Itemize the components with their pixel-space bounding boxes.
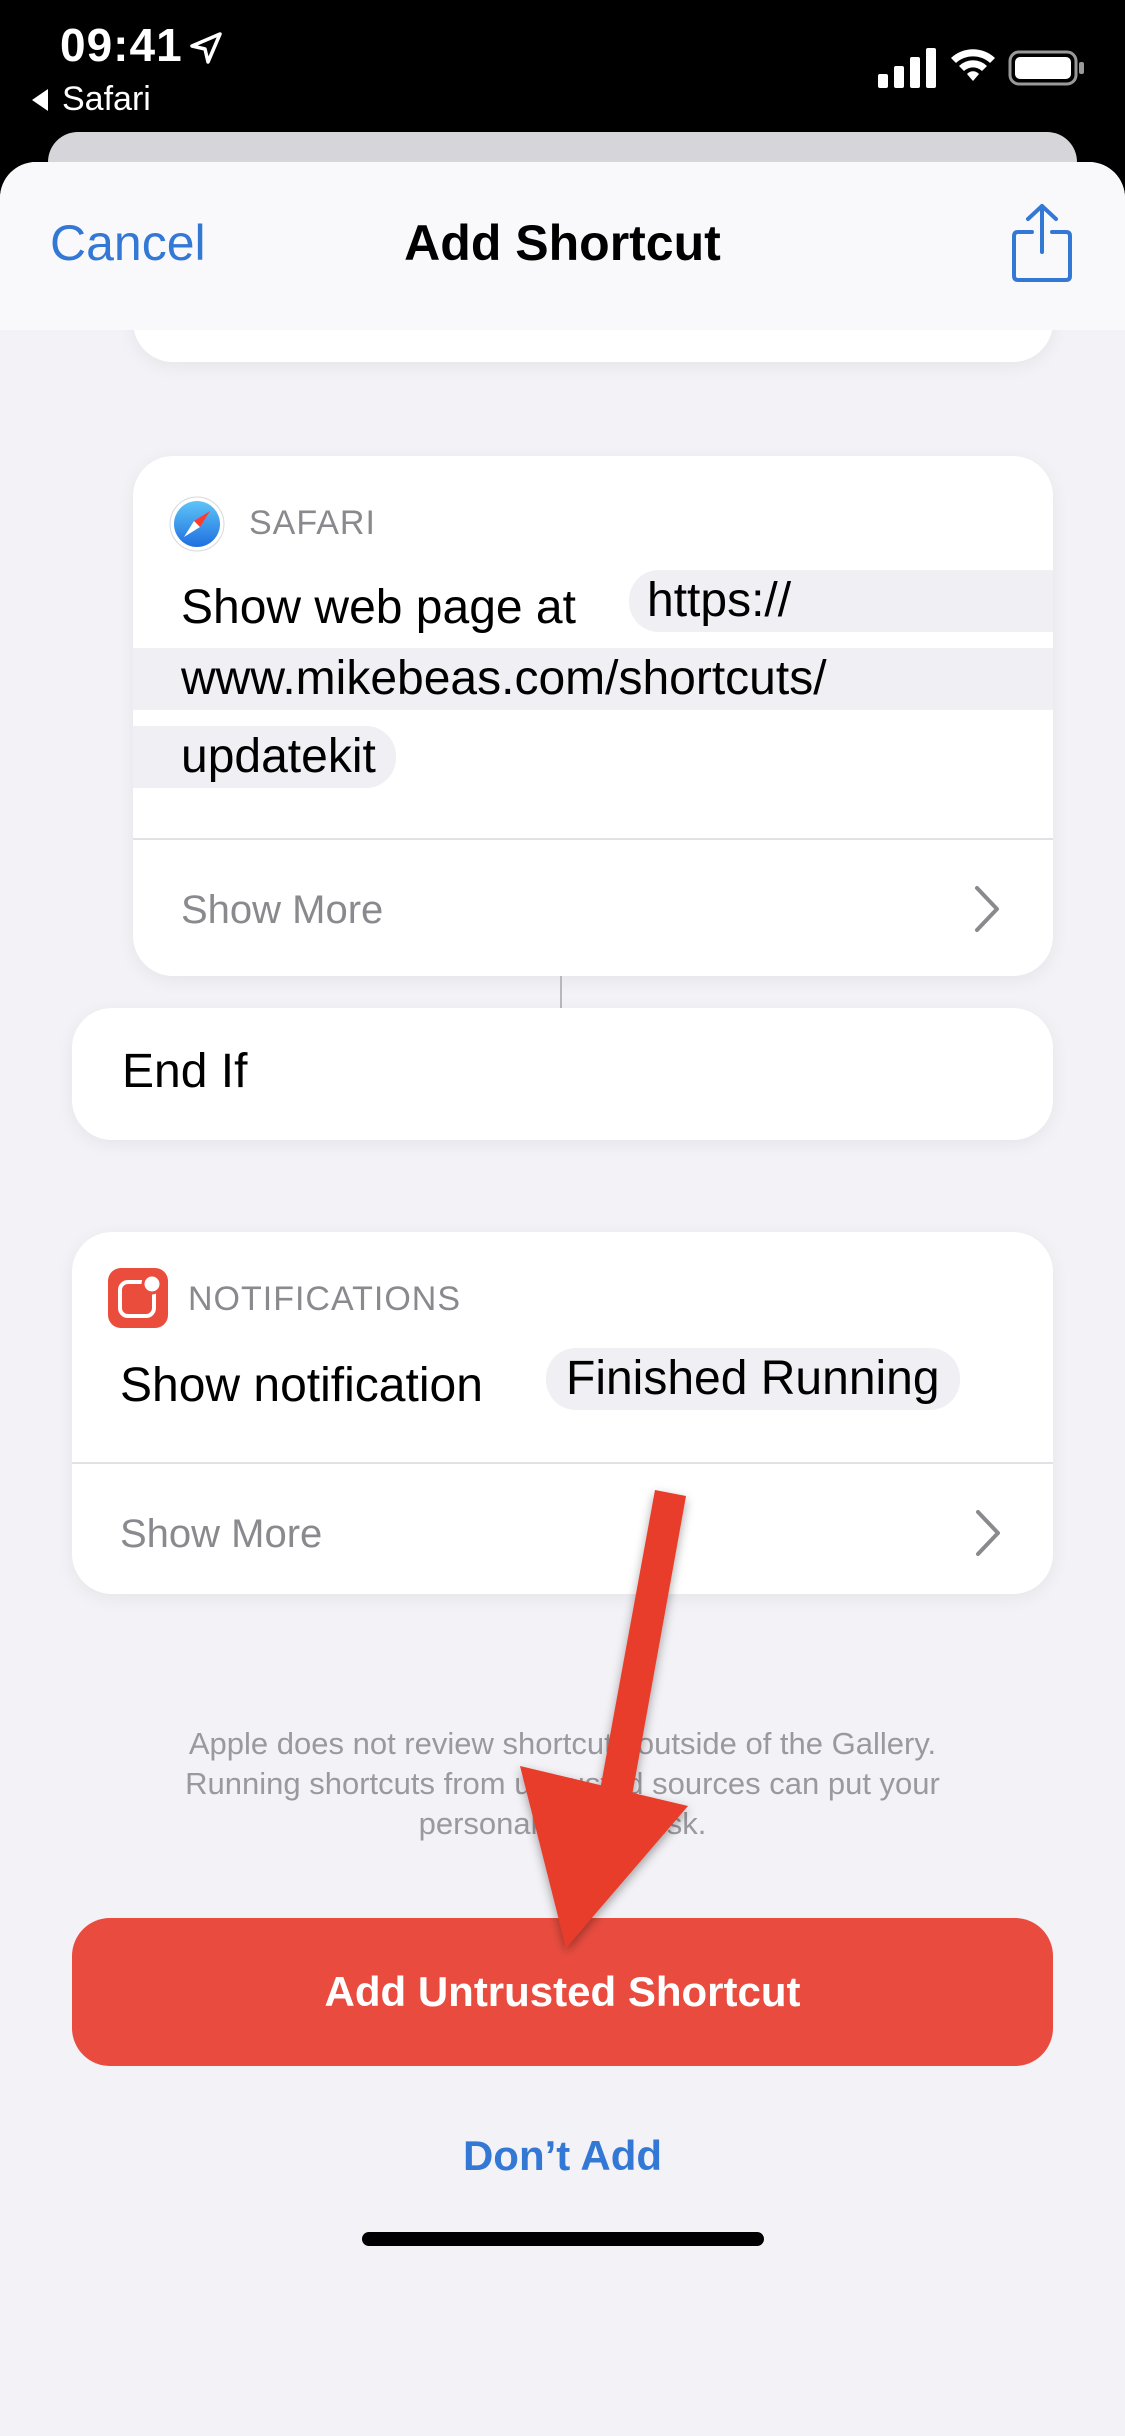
flow-connector-line <box>560 976 562 1008</box>
safari-action-card[interactable]: SAFARI Show web page at https:// www.mik… <box>133 456 1053 976</box>
battery-icon <box>1008 50 1084 86</box>
disclaimer-line-2: Running shortcuts from untrusted sources… <box>185 1766 940 1801</box>
notification-action-text: Show notification <box>120 1359 483 1412</box>
end-if-action-card[interactable]: End If <box>72 1008 1053 1140</box>
page-title: Add Shortcut <box>404 215 721 271</box>
url-token-line-3[interactable]: updatekit <box>133 726 396 788</box>
notification-badge-icon <box>108 1268 168 1328</box>
url-token-line-1[interactable]: https:// <box>629 570 1053 632</box>
chevron-right-icon[interactable] <box>974 1508 1002 1558</box>
add-shortcut-sheet: Cancel Add Shortcut SAFARI Show web page… <box>0 162 1125 2436</box>
back-to-app-link[interactable]: Safari <box>32 80 151 119</box>
home-indicator[interactable] <box>362 2232 764 2246</box>
safari-card-divider <box>133 838 1053 840</box>
chevron-right-icon[interactable] <box>973 884 1001 934</box>
disclaimer-line-3: personal data at risk. <box>418 1806 707 1841</box>
url-token-line-2[interactable]: www.mikebeas.com/shortcuts/ <box>133 648 1053 710</box>
safari-compass-icon <box>169 496 225 552</box>
untrusted-disclaimer: Apple does not review shortcuts outside … <box>100 1724 1025 1844</box>
status-time: 09:41 <box>60 19 183 71</box>
safari-action-text: Show web page at <box>181 581 576 634</box>
safari-app-label: SAFARI <box>249 504 376 542</box>
wifi-icon <box>951 49 995 81</box>
notification-card-divider <box>72 1462 1053 1464</box>
safari-show-more[interactable]: Show More <box>181 888 383 933</box>
add-untrusted-shortcut-button[interactable]: Add Untrusted Shortcut <box>72 1918 1053 2066</box>
notification-message-token[interactable]: Finished Running <box>546 1348 960 1410</box>
end-if-label: End If <box>122 1045 248 1098</box>
location-arrow-icon <box>190 32 222 64</box>
back-triangle-icon <box>32 88 48 111</box>
back-app-label: Safari <box>62 80 151 118</box>
phone-screen: 09:41 Safari Cancel Add Shortcut SAFARI … <box>0 0 1125 2436</box>
share-icon[interactable] <box>1010 202 1074 284</box>
navigation-bar: Cancel Add Shortcut <box>0 162 1125 330</box>
notifications-app-label: NOTIFICATIONS <box>188 1280 462 1318</box>
dont-add-button[interactable]: Don’t Add <box>0 2132 1125 2180</box>
cellular-signal-icon <box>878 48 936 88</box>
notification-action-card[interactable]: NOTIFICATIONS Show notification Finished… <box>72 1232 1053 1594</box>
disclaimer-line-1: Apple does not review shortcuts outside … <box>188 1726 937 1761</box>
notification-show-more[interactable]: Show More <box>120 1512 322 1557</box>
